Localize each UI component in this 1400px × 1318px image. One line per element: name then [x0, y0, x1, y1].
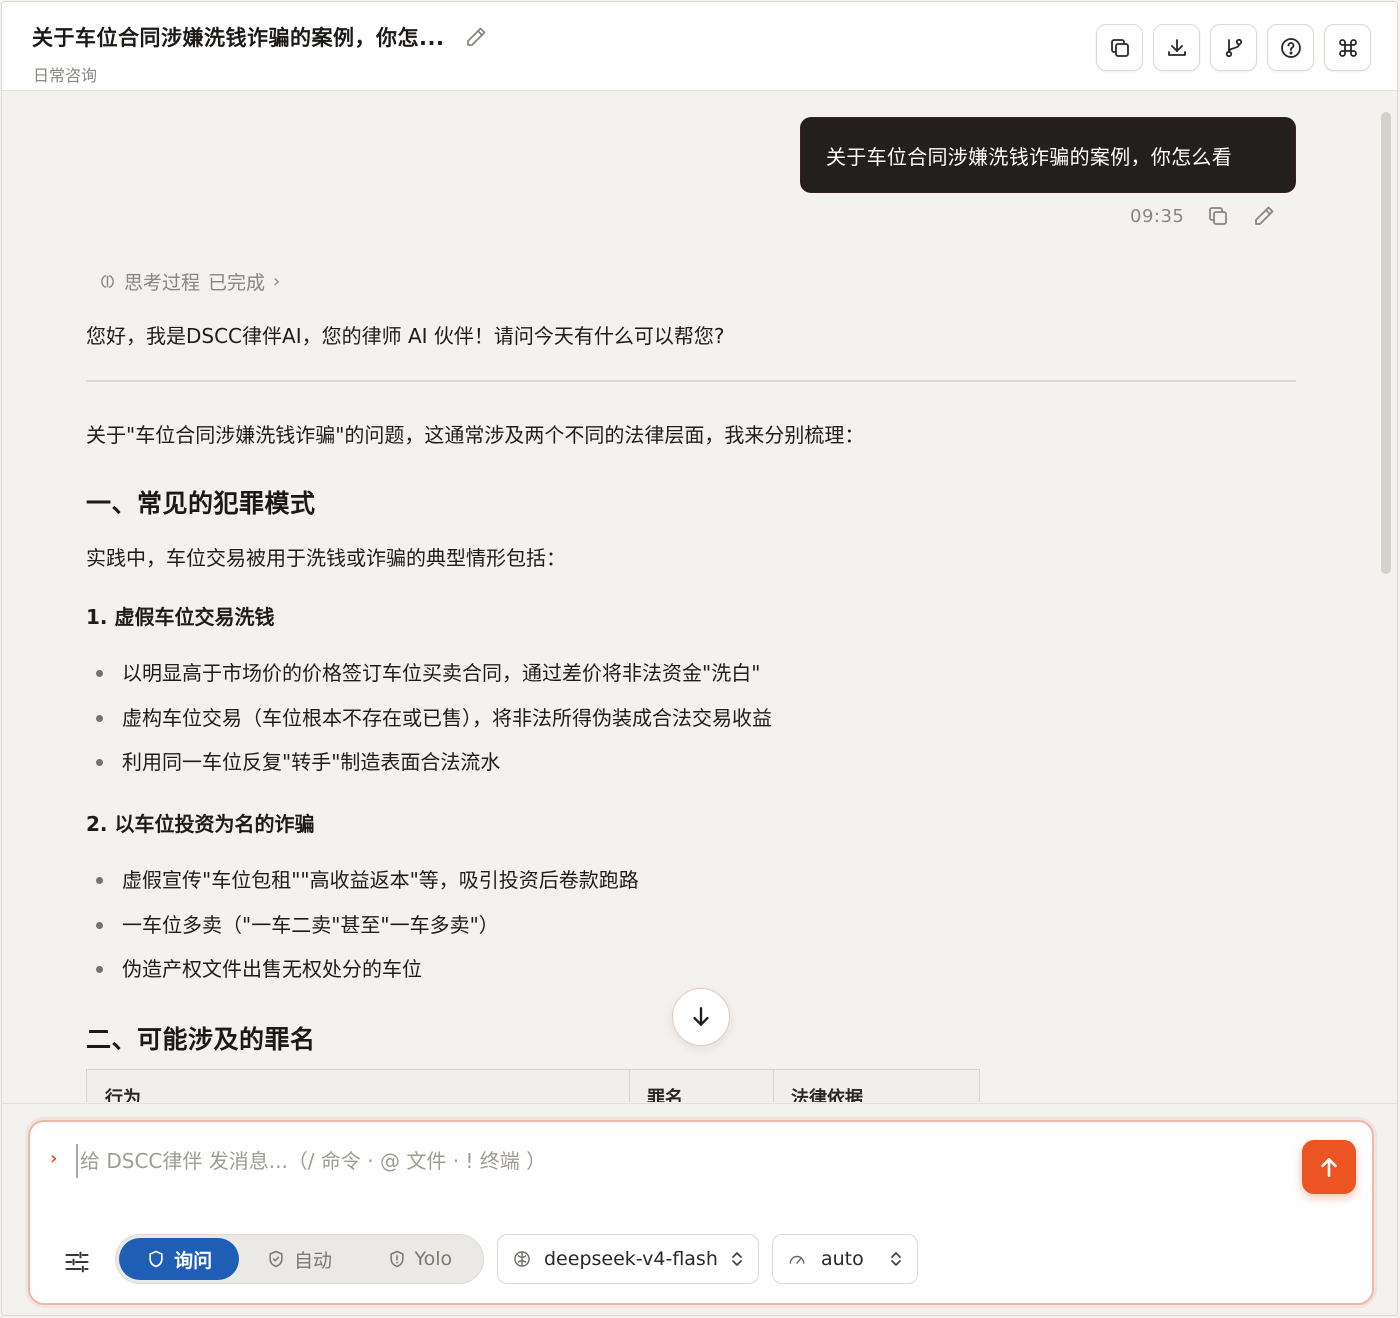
brain-icon	[101, 275, 114, 288]
branch-icon	[1225, 38, 1242, 57]
mode-ask-label: 询问	[174, 1249, 213, 1272]
section-lead: 实践中，车位交易被用于洗钱或诈骗的典型情形包括：	[86, 546, 566, 570]
answer-intro: 关于"车位合同涉嫌洗钱诈骗"的问题，这通常涉及两个不同的法律层面，我来分别梳理：	[86, 423, 865, 447]
header-toolbar	[1096, 24, 1371, 71]
thinking-toggle[interactable]: 思考过程 已完成 ›	[99, 268, 280, 295]
list-item: 伪造产权文件出售无权处分的车位	[96, 956, 639, 1001]
help-icon	[1280, 37, 1301, 58]
arrow-up-icon	[1321, 1158, 1337, 1177]
help-button[interactable]	[1267, 24, 1314, 71]
shield-icon	[149, 1250, 163, 1268]
title-row: 关于车位合同涉嫌洗钱诈骗的案例，你怎...	[32, 22, 488, 52]
chat-scrollbar[interactable]	[1381, 112, 1391, 574]
settings-sliders-icon[interactable]	[63, 1248, 91, 1276]
thinking-status: 已完成	[208, 272, 266, 294]
mode-yolo[interactable]: Yolo	[359, 1238, 480, 1280]
prompt-chevron-icon: ›	[50, 1148, 58, 1169]
table-header-cell: 法律依据	[791, 1088, 863, 1102]
subheading-1: 1. 虚假车位交易洗钱	[86, 605, 275, 629]
list-item: 一车位多卖（"一车二卖"甚至"一车多卖"）	[96, 912, 639, 957]
list-item: 利用同一车位反复"转手"制造表面合法流水	[96, 749, 772, 794]
download-button[interactable]	[1153, 24, 1200, 71]
page-subtitle: 日常咨询	[33, 66, 98, 85]
send-button[interactable]	[1302, 1140, 1356, 1194]
divider	[86, 380, 1296, 382]
shield-alert-icon	[389, 1250, 404, 1268]
composer: › 询问 自动 Yolo	[28, 1120, 1374, 1305]
model-select[interactable]: deepseek-v4-flash	[497, 1234, 759, 1284]
list-2: 虚假宣传"车位包租""高收益返本"等，吸引投资后卷款跑路 一车位多卖（"一车二卖…	[96, 867, 639, 1001]
chat-area: 关于车位合同涉嫌洗钱诈骗的案例，你怎么看 09:35 思考过程 已完成 › 您好…	[2, 92, 1397, 1102]
thinking-label: 思考过程	[124, 272, 201, 294]
page-title: 关于车位合同涉嫌洗钱诈骗的案例，你怎...	[32, 26, 445, 50]
list-item: 虚构车位交易（车位根本不存在或已售），将非法所得伪装成合法交易收益	[96, 705, 772, 750]
command-icon	[1338, 38, 1357, 57]
mode-auto[interactable]: 自动	[239, 1238, 358, 1280]
subheading-2: 2. 以车位投资为名的诈骗	[86, 812, 315, 836]
copy-message-icon[interactable]	[1206, 204, 1230, 228]
gauge-icon	[789, 1255, 805, 1264]
section-heading-1: 一、常见的犯罪模式	[86, 489, 316, 518]
chevron-right-icon: ›	[273, 271, 281, 292]
edit-title-icon[interactable]	[464, 25, 488, 49]
shield-check-icon	[269, 1250, 283, 1268]
effort-select[interactable]: auto	[772, 1234, 918, 1284]
user-message-meta: 09:35	[1130, 204, 1276, 228]
model-name: deepseek-v4-flash	[544, 1248, 718, 1270]
list-item: 虚假宣传"车位包租""高收益返本"等，吸引投资后卷款跑路	[96, 867, 639, 912]
mode-auto-label: 自动	[293, 1249, 332, 1272]
answer-greeting: 您好，我是DSCC律伴AI，您的律师 AI 伙伴！请问今天有什么可以帮您?	[86, 324, 725, 348]
mode-yolo-label: Yolo	[414, 1248, 453, 1270]
copy-button[interactable]	[1096, 24, 1143, 71]
mode-switcher: 询问 自动 Yolo	[115, 1234, 484, 1284]
arrow-down-icon	[693, 1007, 709, 1026]
chevron-updown-icon	[891, 1252, 901, 1266]
list-1: 以明显高于市场价的价格签订车位买卖合同，通过差价将非法资金"洗白" 虚构车位交易…	[96, 660, 772, 794]
user-message-bubble: 关于车位合同涉嫌洗钱诈骗的案例，你怎么看	[801, 118, 1295, 192]
header: 关于车位合同涉嫌洗钱诈骗的案例，你怎... 日常咨询	[2, 2, 1397, 91]
table-header-cell: 行为	[105, 1088, 141, 1102]
app-window: 关于车位合同涉嫌洗钱诈骗的案例，你怎... 日常咨询 关于车位合同涉嫌洗钱诈骗的…	[1, 1, 1398, 1316]
effort-value: auto	[821, 1248, 864, 1270]
copy-icon	[1110, 38, 1129, 57]
section-heading-2: 二、可能涉及的罪名	[86, 1025, 316, 1054]
composer-area: › 询问 自动 Yolo	[2, 1103, 1397, 1315]
table-header-cell: 罪名	[647, 1088, 683, 1102]
list-item: 以明显高于市场价的价格签订车位买卖合同，通过差价将非法资金"洗白"	[96, 660, 772, 705]
chevron-updown-icon	[732, 1252, 742, 1266]
branch-button[interactable]	[1210, 24, 1257, 71]
message-input[interactable]	[76, 1144, 1276, 1178]
model-brain-icon	[514, 1251, 530, 1267]
command-button[interactable]	[1324, 24, 1371, 71]
mode-ask[interactable]: 询问	[119, 1238, 240, 1280]
download-icon	[1167, 38, 1186, 56]
crime-table: 行为 罪名 法律依据	[86, 1069, 980, 1102]
message-time: 09:35	[1130, 205, 1185, 227]
scroll-to-bottom-button[interactable]	[672, 988, 730, 1046]
edit-message-icon[interactable]	[1252, 204, 1276, 228]
